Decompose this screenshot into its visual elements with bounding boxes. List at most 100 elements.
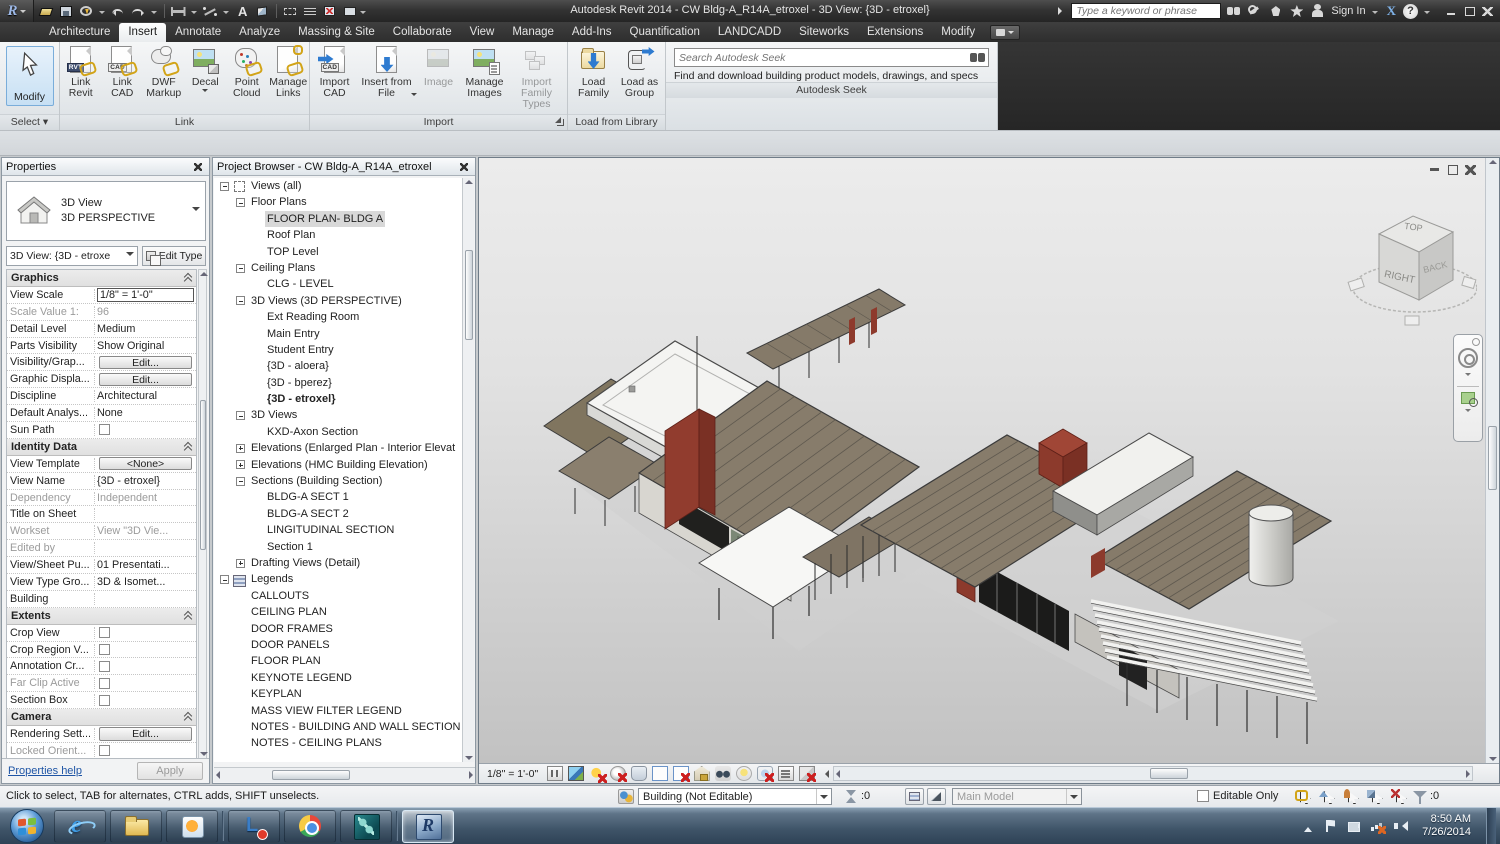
pick-to-edit-button[interactable] (927, 788, 946, 805)
view-restore-icon[interactable] (1447, 165, 1458, 175)
expand-icon[interactable] (236, 559, 245, 568)
qat-customize-icon[interactable] (360, 11, 366, 17)
infocenter-search-input[interactable] (1071, 3, 1221, 19)
collapse-icon[interactable] (236, 411, 245, 420)
show-desktop-button[interactable] (1486, 807, 1496, 844)
tree-item-mass-view-filter-legend[interactable]: MASS VIEW FILTER LEGEND (214, 703, 463, 719)
drawing-vscrollbar-thumb[interactable] (1488, 426, 1497, 490)
checkbox-section-box[interactable] (99, 695, 110, 706)
sound-muted-icon[interactable] (1393, 819, 1407, 833)
tree-item-bldg-a-sect-1[interactable]: BLDG-A SECT 1 (214, 489, 463, 505)
property-value[interactable]: Show Original (97, 340, 164, 352)
tab-analyze[interactable]: Analyze (230, 23, 289, 42)
tab-architecture[interactable]: Architecture (40, 23, 119, 42)
tree-item-keynote-legend[interactable]: KEYNOTE LEGEND (214, 670, 463, 686)
vcb-collapse-icon[interactable] (821, 770, 829, 778)
modify-button[interactable]: Modify (6, 46, 54, 106)
tree-item-keyplan[interactable]: KEYPLAN (214, 686, 463, 702)
drag-elements-on-selection-icon[interactable] (1391, 789, 1408, 805)
instance-selector[interactable]: 3D View: {3D - etroxe (6, 246, 138, 266)
subscription-center-icon[interactable] (1247, 3, 1263, 19)
checkbox-annotation-cr[interactable] (99, 661, 110, 672)
view-cube[interactable]: TOP RIGHT BACK (1347, 188, 1477, 358)
properties-title-bar[interactable]: Properties (2, 158, 209, 176)
tree-item-3d-bperez[interactable]: {3D - bperez} (214, 375, 463, 391)
browser-vertical-scrollbar[interactable] (462, 178, 474, 762)
collapse-section-icon[interactable] (184, 612, 192, 620)
sun-path-off-icon[interactable] (589, 766, 605, 781)
steering-wheel-icon[interactable] (1458, 348, 1478, 368)
tab-annotate[interactable]: Annotate (166, 23, 230, 42)
ribbon-button-import-cad[interactable]: CADImport CAD (312, 43, 358, 113)
window-close-button[interactable] (1479, 4, 1496, 19)
tree-item-legends[interactable]: Legends (214, 571, 463, 587)
ribbon-button-dwf-markup[interactable]: DWF Markup (143, 43, 185, 113)
open-icon[interactable] (38, 4, 55, 19)
default-3d-view-icon[interactable] (254, 4, 271, 19)
checkbox-sun-path[interactable] (99, 424, 110, 435)
ribbon-button-manage-links[interactable]: Manage Links (268, 43, 310, 113)
tree-item-callouts[interactable]: CALLOUTS (214, 588, 463, 604)
user-interface-icon[interactable] (342, 4, 359, 19)
taskbar-button-internet-explorer[interactable] (54, 810, 106, 843)
crop-region-hidden-icon[interactable] (673, 766, 689, 781)
autodesk-exchange-icon[interactable]: X (1385, 3, 1398, 19)
checkbox-far-clip-active[interactable] (99, 678, 110, 689)
tab-modify[interactable]: Modify (932, 23, 984, 42)
analytical-model-hidden-icon[interactable] (799, 766, 815, 781)
dropdown-icon[interactable] (202, 89, 208, 95)
tab-manage[interactable]: Manage (503, 23, 563, 42)
type-selector[interactable]: 3D View 3D PERSPECTIVE (6, 181, 206, 241)
select-pinned-elements-icon[interactable] (1343, 789, 1360, 805)
navbar-close-icon[interactable] (1472, 338, 1480, 346)
collapse-icon[interactable] (236, 477, 245, 486)
temporary-view-properties-icon[interactable] (778, 766, 794, 781)
tree-item-door-panels[interactable]: DOOR PANELS (214, 637, 463, 653)
tree-item-ceiling-plans[interactable]: Ceiling Plans (214, 260, 463, 276)
property-value[interactable]: Independent (97, 492, 157, 504)
worksharing-display-off-icon[interactable] (757, 766, 773, 781)
visual-style-icon[interactable] (568, 766, 584, 781)
ribbon-button-load-as-group[interactable]: Load as Group (617, 43, 663, 113)
close-hidden-windows-icon[interactable] (322, 4, 339, 19)
tree-item-roof-plan[interactable]: Roof Plan (214, 227, 463, 243)
tree-item-floor-plan-bldg-a[interactable]: FLOOR PLAN- BLDG A (214, 211, 463, 227)
binoculars-icon[interactable] (968, 50, 988, 65)
collapse-icon[interactable] (236, 264, 245, 273)
checkbox-crop-view[interactable] (99, 627, 110, 638)
action-center-icon[interactable] (1324, 819, 1338, 833)
drawing-hscrollbar-thumb[interactable] (1150, 768, 1188, 779)
property-value[interactable]: Medium (97, 323, 135, 335)
properties-section-graphics[interactable]: Graphics (7, 270, 196, 287)
taskbar-button-chrome[interactable] (284, 810, 336, 843)
section-icon[interactable] (282, 4, 299, 19)
tree-item-bldg-a-sect-2[interactable]: BLDG-A SECT 2 (214, 506, 463, 522)
browser-horizontal-scrollbar[interactable] (214, 767, 475, 782)
property-button-rendering-sett[interactable]: Edit... (99, 727, 192, 741)
tree-item-3d-views-3d-perspective[interactable]: 3D Views (3D PERSPECTIVE) (214, 293, 463, 309)
network-off-icon[interactable] (1370, 819, 1384, 833)
tree-item-3d-etroxel[interactable]: {3D - etroxel} (214, 391, 463, 407)
properties-scrollbar-thumb[interactable] (200, 400, 206, 550)
select-underlay-elements-icon[interactable] (1319, 789, 1336, 805)
tree-item-floor-plan[interactable]: FLOOR PLAN (214, 653, 463, 669)
select-elements-by-face-icon[interactable] (1367, 789, 1384, 805)
worksets-icon[interactable] (618, 789, 634, 804)
view-minimize-icon[interactable] (1429, 165, 1440, 175)
measure-icon[interactable] (170, 4, 187, 19)
ribbon-display-toggle[interactable] (990, 25, 1020, 40)
sign-in-button[interactable]: Sign In (1331, 5, 1365, 17)
property-value[interactable]: {3D - etroxel} (97, 475, 160, 487)
search-icon[interactable] (1226, 3, 1242, 19)
properties-section-identity-data[interactable]: Identity Data (7, 439, 196, 456)
property-value[interactable]: 3D & Isomet... (97, 576, 165, 588)
project-browser-close-icon[interactable] (457, 161, 471, 173)
tree-item-floor-plans[interactable]: Floor Plans (214, 194, 463, 210)
active-workset-select[interactable]: Building (Not Editable) (638, 788, 832, 805)
tree-item-notes-ceiling-plans[interactable]: NOTES - CEILING PLANS (214, 735, 463, 751)
tree-item-views-all[interactable]: Views (all) (214, 178, 463, 194)
filter-icon[interactable] (1412, 789, 1428, 804)
type-selector-dropdown-icon[interactable] (192, 207, 200, 215)
property-button-view-template[interactable]: <None> (99, 457, 192, 471)
tree-item-door-frames[interactable]: DOOR FRAMES (214, 621, 463, 637)
